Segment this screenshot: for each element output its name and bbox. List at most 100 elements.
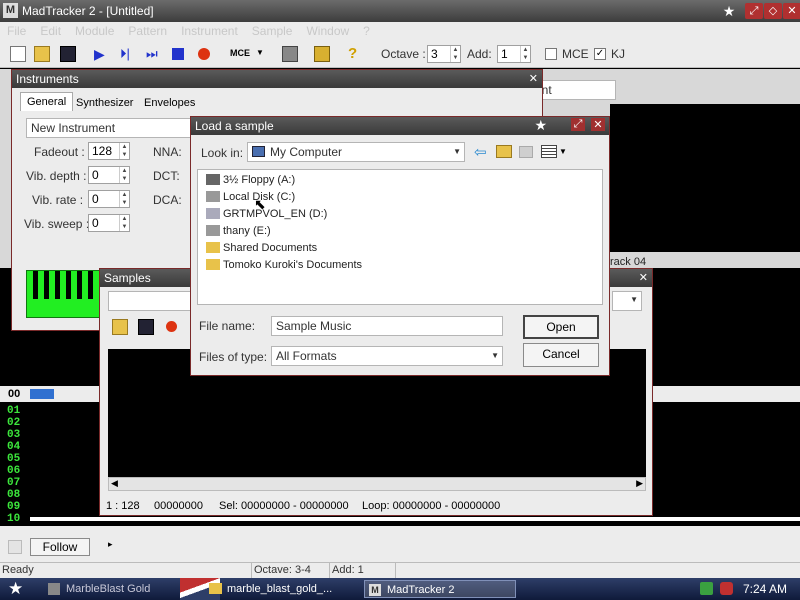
look-in-arrow-icon[interactable]: ▼ bbox=[453, 147, 461, 156]
star-icon[interactable]: ★ bbox=[720, 3, 738, 19]
octave-stepper[interactable]: 3 ▲ ▼ bbox=[427, 45, 461, 63]
help-icon[interactable]: ? bbox=[348, 46, 364, 62]
cut-icon[interactable] bbox=[282, 46, 298, 62]
new-file-icon[interactable] bbox=[10, 46, 26, 62]
vib-depth-stepper[interactable]: 0 ▲ ▼ bbox=[88, 166, 130, 184]
minimize-button[interactable]: ⤢ bbox=[745, 3, 763, 19]
samples-close-icon[interactable]: ✕ bbox=[639, 271, 648, 284]
piano-keyboard[interactable] bbox=[26, 270, 102, 318]
sample-save-icon[interactable] bbox=[138, 319, 154, 335]
list-item-cd-drive[interactable]: GRTMPVOL_EN (D:) bbox=[206, 206, 327, 222]
open-button[interactable]: Open bbox=[523, 315, 599, 339]
pattern-row-number: 02 bbox=[7, 417, 21, 429]
menu-item-help[interactable]: ? bbox=[356, 22, 377, 40]
list-item-label: GRTMPVOL_EN (D:) bbox=[223, 208, 328, 220]
list-item-floppy[interactable]: 3½ Floppy (A:) bbox=[206, 172, 295, 188]
tab-general[interactable]: General bbox=[20, 92, 74, 111]
scroll-left-icon[interactable]: ◀ bbox=[111, 478, 118, 489]
app-logo-icon: M bbox=[3, 3, 18, 18]
files-of-type-arrow-icon[interactable]: ▼ bbox=[491, 351, 499, 360]
list-item-local-disk[interactable]: Local Disk (C:) bbox=[206, 189, 295, 205]
start-star-icon[interactable]: ★ bbox=[8, 579, 23, 599]
play-from-cursor-icon[interactable]: ⏭ bbox=[146, 46, 162, 62]
task-marble-folder[interactable]: marble_blast_gold_... bbox=[205, 580, 361, 598]
vib-sweep-arrows-icon[interactable]: ▲ ▼ bbox=[119, 215, 129, 231]
broom-icon[interactable] bbox=[314, 46, 330, 62]
sample-dropdown[interactable]: ▼ bbox=[612, 291, 642, 311]
menu-item-edit[interactable]: Edit bbox=[33, 22, 68, 40]
close-x-icon[interactable]: ✕ bbox=[609, 227, 621, 244]
list-item-label: Tomoko Kuroki's Documents bbox=[223, 259, 363, 271]
status-octave: Octave: 3-4 bbox=[252, 562, 330, 578]
play-icon[interactable]: ▶ bbox=[94, 46, 110, 62]
back-arrow-icon[interactable]: ⇦ bbox=[474, 143, 487, 161]
menu-item-pattern[interactable]: Pattern bbox=[121, 22, 174, 40]
list-item-label: 3½ Floppy (A:) bbox=[223, 174, 296, 186]
close-button[interactable]: ✕ bbox=[783, 3, 800, 19]
sample-open-icon[interactable] bbox=[112, 319, 128, 335]
instruments-close-icon[interactable]: ✕ bbox=[529, 72, 538, 85]
files-of-type-dropdown[interactable]: All Formats ▼ bbox=[271, 346, 503, 366]
follow-button[interactable]: Follow bbox=[30, 538, 90, 556]
stop-icon[interactable] bbox=[172, 48, 184, 60]
up-folder-icon[interactable] bbox=[496, 145, 512, 158]
open-folder-icon[interactable] bbox=[34, 46, 50, 62]
sample-name-field[interactable] bbox=[108, 291, 194, 311]
dialog-help-icon[interactable]: ⤢ bbox=[571, 118, 585, 131]
sample-status-position: 1 : 128 bbox=[106, 500, 140, 512]
cancel-button[interactable]: Cancel bbox=[523, 343, 599, 367]
kj-checkbox[interactable]: ✓ bbox=[594, 48, 606, 60]
list-item-thany[interactable]: thany (E:) bbox=[206, 223, 271, 239]
vib-depth-arrows-icon[interactable]: ▲ ▼ bbox=[119, 167, 129, 183]
instrument-name-field[interactable]: New Instrument bbox=[26, 118, 192, 138]
menu-item-file[interactable]: File bbox=[0, 22, 33, 40]
taskbar: ★ MarbleBlast Gold marble_blast_gold_...… bbox=[0, 578, 800, 600]
track-label: rack 04 bbox=[610, 256, 647, 268]
vib-rate-stepper[interactable]: 0 ▲ ▼ bbox=[88, 190, 130, 208]
list-item-user-documents[interactable]: Tomoko Kuroki's Documents bbox=[206, 257, 362, 273]
file-name-input[interactable]: Sample Music bbox=[271, 316, 503, 336]
view-menu-icon[interactable] bbox=[541, 145, 557, 158]
bottom-bar bbox=[0, 526, 800, 562]
restore-button[interactable]: ◇ bbox=[764, 3, 782, 19]
pattern-row-number: 03 bbox=[7, 429, 21, 441]
vib-rate-arrows-icon[interactable]: ▲ ▼ bbox=[119, 191, 129, 207]
menu-item-module[interactable]: Module bbox=[68, 22, 121, 40]
mce-checkbox[interactable] bbox=[545, 48, 557, 60]
pattern-row-number: 01 bbox=[7, 405, 21, 417]
dialog-star-icon[interactable]: ★ bbox=[534, 117, 547, 134]
follow-arrow-icon[interactable]: ▸ bbox=[108, 539, 113, 550]
sample-dropdown-arrow-icon[interactable]: ▼ bbox=[630, 295, 638, 304]
task-madtracker[interactable]: M MadTracker 2 bbox=[364, 580, 516, 598]
left-scroll-stub[interactable] bbox=[8, 540, 22, 554]
mce-dropdown-arrow-icon[interactable]: ▼ bbox=[256, 48, 264, 57]
view-menu-arrow-icon[interactable]: ▼ bbox=[559, 147, 567, 156]
pattern-header-number: 00 bbox=[8, 388, 21, 400]
add-arrows-icon[interactable]: ▲ ▼ bbox=[520, 46, 530, 62]
save-icon[interactable] bbox=[60, 46, 76, 62]
add-stepper[interactable]: 1 ▲ ▼ bbox=[497, 45, 531, 63]
menu-item-instrument[interactable]: Instrument bbox=[174, 22, 245, 40]
hard-disk-icon bbox=[206, 191, 220, 202]
play-pattern-icon[interactable]: ⏵| bbox=[120, 46, 136, 62]
task-marbleblast[interactable]: MarbleBlast Gold bbox=[44, 580, 200, 598]
menu-item-sample[interactable]: Sample bbox=[245, 22, 300, 40]
mce-dropdown[interactable]: MCE bbox=[230, 48, 250, 58]
menu-item-window[interactable]: Window bbox=[299, 22, 356, 40]
tab-synthesizer[interactable]: Synthesizer bbox=[74, 95, 135, 111]
look-in-dropdown[interactable]: My Computer ▼ bbox=[247, 142, 465, 162]
tray-network-icon[interactable] bbox=[700, 582, 713, 595]
dialog-titlebar: Load a sample ★ ⤢ ✕ bbox=[191, 117, 609, 135]
list-item-shared-documents[interactable]: Shared Documents bbox=[206, 240, 317, 256]
sample-scrollbar[interactable]: ◀ ▶ bbox=[108, 477, 646, 491]
scroll-right-icon[interactable]: ▶ bbox=[636, 478, 643, 489]
sample-record-icon[interactable] bbox=[166, 321, 177, 332]
fadeout-arrows-icon[interactable]: ▲ ▼ bbox=[119, 143, 129, 159]
fadeout-stepper[interactable]: 128 ▲ ▼ bbox=[88, 142, 130, 160]
tray-shield-icon[interactable] bbox=[720, 582, 733, 595]
record-icon[interactable] bbox=[198, 48, 210, 60]
dialog-close-icon[interactable]: ✕ bbox=[591, 118, 605, 131]
octave-arrows-icon[interactable]: ▲ ▼ bbox=[450, 46, 460, 62]
tab-envelopes[interactable]: Envelopes bbox=[142, 95, 197, 111]
vib-sweep-stepper[interactable]: 0 ▲ ▼ bbox=[88, 214, 130, 232]
